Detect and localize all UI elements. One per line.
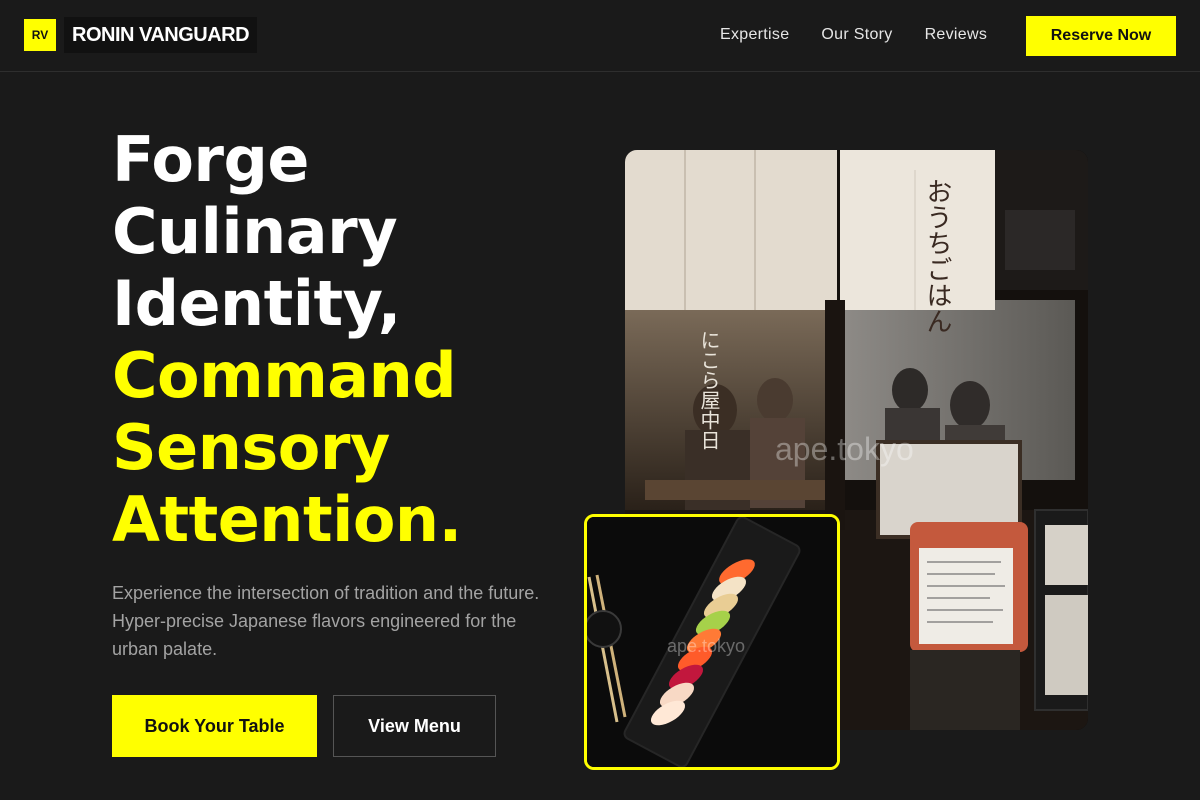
headline-line: Identity,	[112, 267, 401, 340]
curtain-calligraphy: おうちごはん	[922, 178, 952, 334]
sushi-photo: ape.tokyo	[584, 514, 840, 770]
view-menu-button[interactable]: View Menu	[333, 695, 496, 757]
nav-link-reviews[interactable]: Reviews	[925, 24, 988, 46]
hero-subtext: Experience the intersection of tradition…	[112, 583, 540, 659]
top-navbar: RV RONIN VANGUARD Expertise Our Story Re…	[0, 0, 1200, 72]
restaurant-watermark: ape.tokyo	[775, 431, 914, 467]
hero-headline: Forge Culinary Identity, Command Sensory…	[112, 124, 462, 556]
headline-line-accent: Sensory	[112, 411, 390, 484]
headline-line: Forge	[112, 123, 309, 196]
headline-line-accent: Command	[112, 339, 457, 412]
food-watermark: ape.tokyo	[667, 636, 745, 656]
headline-line: Culinary	[112, 195, 398, 268]
brand-name: RONIN VANGUARD	[64, 17, 258, 53]
reserve-now-button[interactable]: Reserve Now	[1026, 16, 1176, 56]
logo-mark: RV	[24, 19, 56, 51]
nav-links: Expertise Our Story Reviews	[720, 24, 1019, 46]
book-table-button[interactable]: Book Your Table	[112, 695, 317, 757]
headline-line-accent: Attention.	[112, 483, 462, 556]
window-signage-text: にこら屋中日	[697, 330, 721, 450]
nav-link-expertise[interactable]: Expertise	[720, 24, 789, 46]
nav-link-our-story[interactable]: Our Story	[821, 24, 892, 46]
brand-logo[interactable]: RV RONIN VANGUARD	[24, 17, 258, 53]
